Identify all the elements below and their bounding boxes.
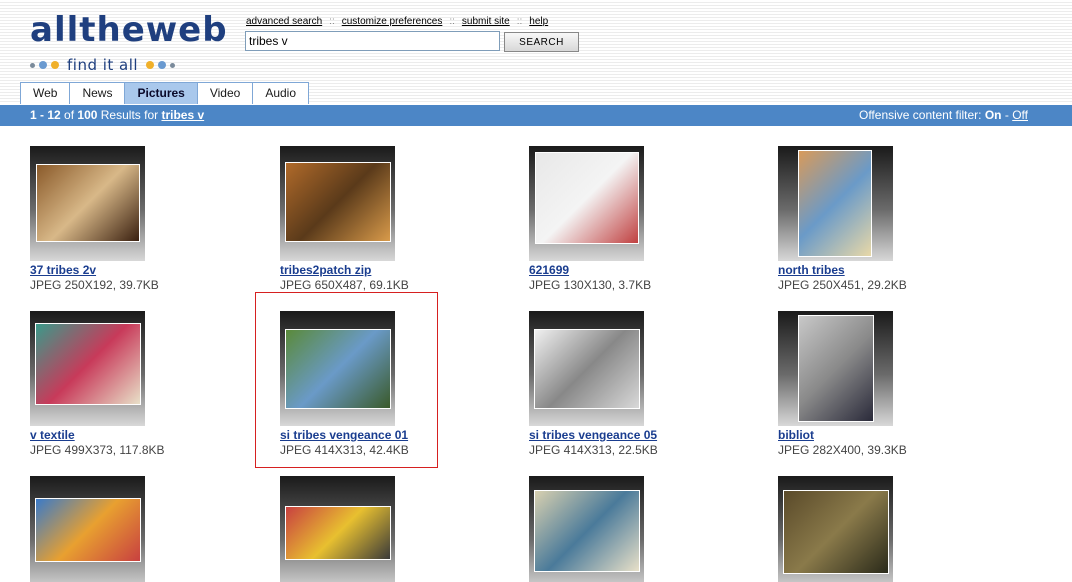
result-meta: JPEG 414X313, 42.4KB [280, 443, 409, 457]
separator: :: [516, 16, 523, 27]
separator: :: [329, 16, 335, 27]
header: alltheweb find it all advanced search:: c… [0, 0, 1072, 104]
advanced-search-link[interactable]: advanced search [246, 16, 322, 27]
alltheweb-logo[interactable]: alltheweb find it all [30, 10, 227, 74]
tab-video[interactable]: Video [197, 82, 254, 104]
content-filter: Offensive content filter: On - Off [859, 105, 1028, 126]
thumbnail-image [285, 162, 391, 242]
search-input[interactable] [245, 31, 500, 51]
result-meta: JPEG 650X487, 69.1KB [280, 278, 409, 292]
logo-dot-icon [39, 61, 47, 69]
thumbnail-image [798, 150, 872, 257]
results-summary: 1 - 12 of 100 Results for tribes v [30, 105, 204, 126]
thumbnail-image [285, 506, 391, 560]
tab-web[interactable]: Web [20, 82, 71, 104]
result-meta: JPEG 250X451, 29.2KB [778, 278, 907, 292]
result-thumbnail[interactable] [529, 476, 644, 582]
filter-label: Offensive content filter: [858, 108, 982, 122]
logo-tagline-row: find it all [30, 56, 220, 74]
thumbnail-image [36, 164, 140, 242]
help-link[interactable]: help [529, 16, 548, 27]
results-range: 1 - 12 [30, 108, 61, 122]
result-title-link[interactable]: v textile [30, 428, 75, 442]
result-thumbnail[interactable] [778, 146, 893, 261]
thumbnail-image [534, 490, 640, 572]
logo-wordmark: alltheweb [30, 10, 228, 50]
result-thumbnail[interactable] [30, 476, 145, 582]
results-query-link[interactable]: tribes v [161, 108, 204, 122]
logo-dot-icon [146, 61, 155, 69]
results-bar: 1 - 12 of 100 Results for tribes v Offen… [0, 105, 1072, 126]
tab-audio[interactable]: Audio [253, 82, 310, 104]
logo-dot-icon [30, 62, 35, 68]
result-title-link[interactable]: si tribes vengeance 05 [529, 428, 657, 442]
result-meta: JPEG 499X373, 117.8KB [30, 443, 165, 457]
result-thumbnail[interactable] [778, 311, 893, 426]
thumbnail-image [35, 498, 141, 562]
result-thumbnail[interactable] [280, 476, 395, 582]
thumbnail-image [535, 152, 639, 244]
result-meta: JPEG 130X130, 3.7KB [529, 278, 652, 292]
results-for-label: Results for [100, 108, 159, 122]
thumbnail-image [534, 329, 640, 409]
result-thumbnail[interactable] [30, 311, 145, 426]
results-total: 100 [77, 108, 98, 122]
top-links: advanced search:: customize preferences::… [246, 16, 548, 27]
filter-off-link[interactable]: Off [1012, 108, 1028, 122]
separator: :: [449, 16, 455, 27]
customize-preferences-link[interactable]: customize preferences [342, 16, 443, 27]
submit-site-link[interactable]: submit site [462, 16, 510, 27]
result-thumbnail[interactable] [529, 146, 644, 261]
logo-tagline: find it all [67, 56, 139, 74]
tab-pictures[interactable]: Pictures [125, 82, 198, 104]
thumbnail-image [35, 323, 141, 405]
result-meta: JPEG 414X313, 22.5KB [529, 443, 658, 457]
tab-bar: Web News Pictures Video Audio [20, 82, 310, 104]
search-button[interactable]: SEARCH [504, 32, 579, 52]
logo-dot-icon [170, 62, 176, 68]
result-meta: JPEG 250X192, 39.7KB [30, 278, 159, 292]
result-title-link[interactable]: bibliot [778, 428, 814, 442]
result-thumbnail[interactable] [280, 146, 395, 261]
filter-dash: - [1004, 108, 1009, 122]
thumbnail-image [285, 329, 391, 409]
result-thumbnail[interactable] [30, 146, 145, 261]
thumbnail-image [798, 315, 874, 422]
result-title-link[interactable]: si tribes vengeance 01 [280, 428, 408, 442]
result-thumbnail[interactable] [280, 311, 395, 426]
logo-dot-icon [158, 61, 167, 69]
result-thumbnail[interactable] [778, 476, 893, 582]
filter-on-state: On [984, 108, 1002, 122]
result-title-link[interactable]: 37 tribes 2v [30, 263, 96, 277]
thumbnail-image [783, 490, 889, 574]
result-thumbnail[interactable] [529, 311, 644, 426]
result-title-link[interactable]: 621699 [529, 263, 569, 277]
results-of: of [64, 108, 75, 122]
result-meta: JPEG 282X400, 39.3KB [778, 443, 907, 457]
logo-dot-icon [51, 61, 59, 69]
tab-news[interactable]: News [70, 82, 126, 104]
result-title-link[interactable]: north tribes [778, 263, 845, 277]
result-title-link[interactable]: tribes2patch zip [280, 263, 371, 277]
